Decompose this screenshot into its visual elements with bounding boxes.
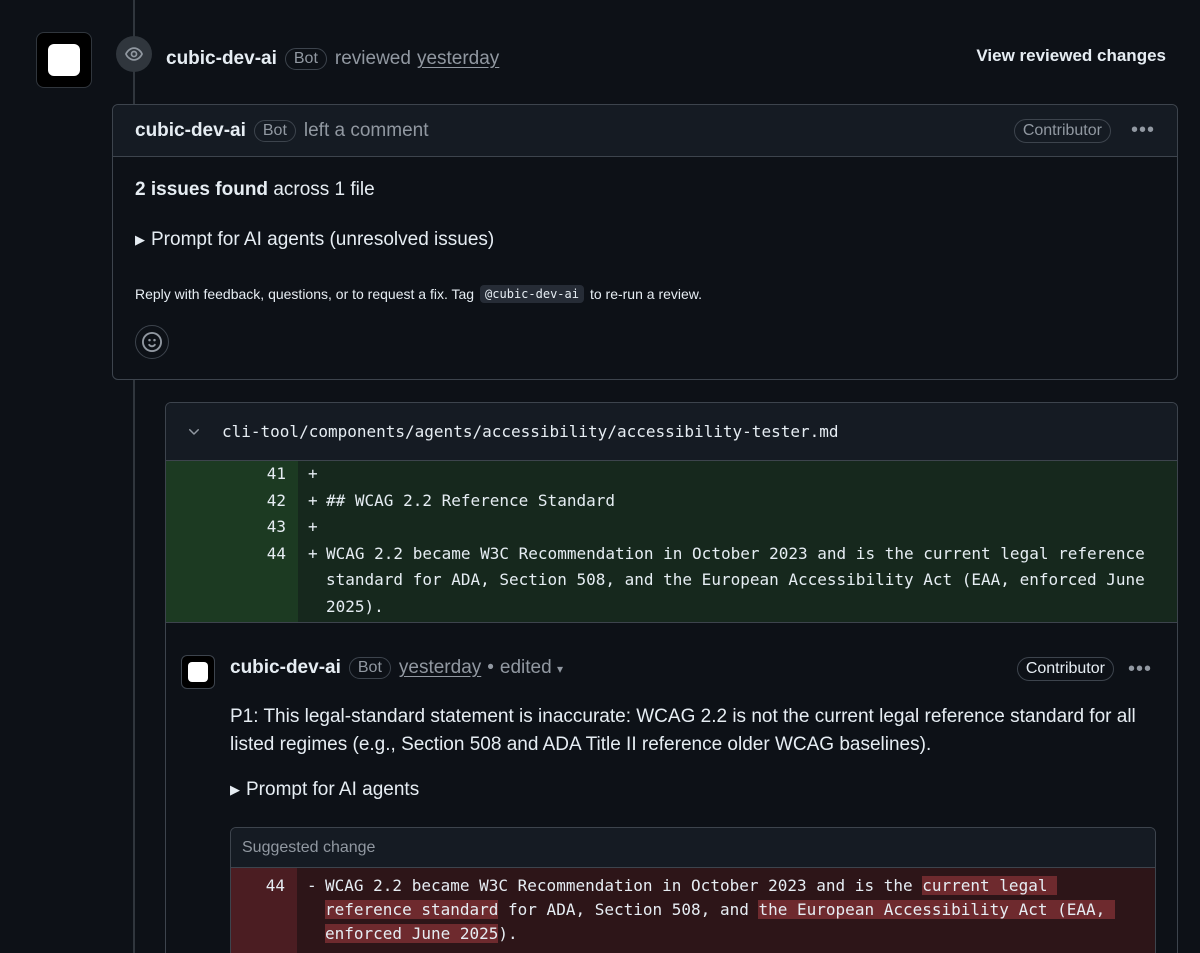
- deleted-line: 44 - WCAG 2.2 became W3C Recommendation …: [231, 868, 1155, 953]
- diff-text: WCAG 2.2 became W3C Recommendation in Oc…: [326, 543, 1155, 616]
- avatar-logo: [48, 44, 80, 76]
- mention-tag: @cubic-dev-ai: [480, 285, 584, 303]
- review-author[interactable]: cubic-dev-ai: [166, 48, 277, 70]
- line-number[interactable]: 43: [166, 514, 298, 541]
- diff-line: 44 + WCAG 2.2 became W3C Recommendation i…: [166, 540, 1177, 622]
- line-number[interactable]: 44: [166, 540, 298, 622]
- bot-badge: Bot: [348, 657, 391, 679]
- prompt-label: Prompt for AI agents: [246, 779, 420, 800]
- issues-scope: across 1 file: [273, 179, 375, 200]
- caret-down-icon: ▾: [556, 662, 564, 676]
- inline-comment-actions: Contributor •••: [1016, 657, 1152, 681]
- triangle-right-icon: ▶: [230, 782, 240, 797]
- inline-comment-body: P1: This legal-standard statement is ina…: [230, 706, 1136, 755]
- separator-dot: •: [487, 657, 494, 678]
- contributor-badge: Contributor: [1016, 657, 1114, 681]
- suggested-change-title: Suggested change: [231, 828, 1155, 868]
- review-time[interactable]: yesterday: [417, 48, 499, 70]
- file-header: cli-tool/components/agents/accessibility…: [166, 403, 1177, 461]
- avatar-logo: [188, 662, 208, 682]
- bot-badge: Bot: [284, 48, 327, 70]
- eye-icon: [116, 36, 152, 72]
- diff-line: 41 +: [166, 461, 1177, 488]
- bot-badge: Bot: [253, 119, 296, 142]
- diff-sign: +: [308, 517, 318, 536]
- issues-summary: 2 issues found across 1 file: [135, 179, 375, 201]
- more-options-icon[interactable]: •••: [1131, 119, 1155, 142]
- deleted-text: WCAG 2.2 became W3C Recommendation in Oc…: [325, 874, 1155, 953]
- smiley-icon: [142, 332, 162, 352]
- line-number[interactable]: 42: [166, 487, 298, 514]
- comment-action: left a comment: [303, 119, 429, 141]
- prompt-label: Prompt for AI agents (unresolved issues): [151, 229, 495, 250]
- add-reaction-button[interactable]: [135, 325, 169, 359]
- reply-prefix: Reply with feedback, questions, or to re…: [135, 286, 475, 302]
- line-number[interactable]: 41: [166, 461, 298, 488]
- reply-instructions: Reply with feedback, questions, or to re…: [135, 285, 702, 303]
- triangle-right-icon: ▶: [135, 232, 145, 247]
- view-reviewed-changes-link[interactable]: View reviewed changes: [976, 46, 1166, 66]
- diff-text: [326, 461, 356, 488]
- line-number: 44: [231, 868, 297, 953]
- comment-header: cubic-dev-ai Bot left a comment Contribu…: [113, 105, 1177, 157]
- diff-text: [326, 514, 356, 541]
- diff-text: ## WCAG 2.2 Reference Standard: [326, 490, 615, 510]
- edited-label: edited: [499, 657, 552, 678]
- deleted-segment: WCAG 2.2 became W3C Recommendation in Oc…: [325, 876, 923, 895]
- inline-comment: cubic-dev-ai Bot yesterday • edited ▾ Co…: [166, 622, 1177, 953]
- file-diff: cli-tool/components/agents/accessibility…: [165, 402, 1178, 953]
- bot-avatar[interactable]: [181, 655, 215, 689]
- inline-author[interactable]: cubic-dev-ai: [230, 657, 341, 679]
- suggested-change: Suggested change 44 - WCAG 2.2 became W3…: [230, 827, 1156, 953]
- review-comment: cubic-dev-ai Bot left a comment Contribu…: [112, 104, 1178, 380]
- prompt-details-toggle[interactable]: ▶ Prompt for AI agents: [230, 779, 419, 801]
- reply-suffix: to re-run a review.: [589, 286, 703, 302]
- prompt-details-toggle[interactable]: ▶ Prompt for AI agents (unresolved issue…: [135, 229, 494, 251]
- contributor-badge: Contributor: [1013, 118, 1111, 143]
- deleted-segment: ).: [498, 924, 518, 943]
- diff-sign: +: [308, 543, 318, 563]
- diff-sign: -: [307, 876, 317, 895]
- diff-line: 42 + ## WCAG 2.2 Reference Standard: [166, 487, 1177, 514]
- chevron-down-icon[interactable]: [186, 424, 202, 440]
- comment-author[interactable]: cubic-dev-ai: [135, 120, 246, 142]
- file-path[interactable]: cli-tool/components/agents/accessibility…: [222, 422, 839, 441]
- review-action: reviewed: [334, 48, 411, 69]
- deleted-segment: for ADA, Section 508, and: [498, 900, 759, 919]
- edited-dropdown[interactable]: edited ▾: [500, 657, 563, 679]
- diff-sign: +: [308, 464, 318, 483]
- review-header: cubic-dev-ai Bot reviewed yesterday: [166, 44, 499, 74]
- more-options-icon[interactable]: •••: [1128, 658, 1152, 681]
- bot-avatar[interactable]: [36, 32, 92, 88]
- diff-line: 43 +: [166, 514, 1177, 541]
- issues-count: 2 issues found: [135, 179, 269, 200]
- diff-sign: +: [308, 490, 318, 510]
- diff-lines: 41 + 42 + ## WCAG 2.2 Reference Standard …: [166, 461, 1177, 622]
- inline-time[interactable]: yesterday: [399, 657, 481, 679]
- inline-comment-header: cubic-dev-ai Bot yesterday • edited ▾: [230, 657, 563, 679]
